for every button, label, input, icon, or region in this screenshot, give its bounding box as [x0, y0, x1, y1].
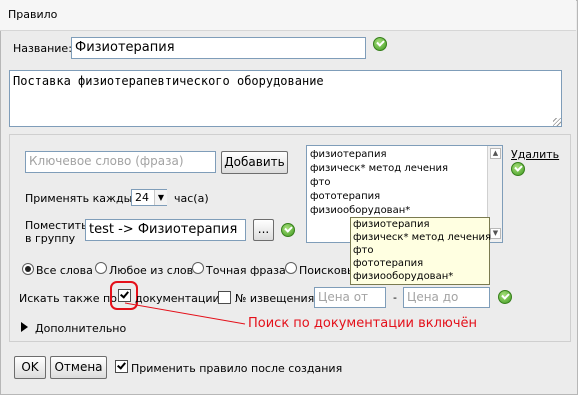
dialog-titlebar [0, 0, 576, 31]
tooltip-item: фототерапия [353, 258, 424, 269]
price-to-placeholder: Цена до [407, 290, 459, 304]
name-label: Название: [13, 42, 72, 55]
apply-rule-checkbox[interactable] [115, 360, 128, 373]
keyword-item[interactable]: физиооборудован* [310, 205, 410, 216]
radio-any-words[interactable] [95, 262, 107, 274]
radio-all-words[interactable] [22, 263, 34, 275]
expand-triangle-icon[interactable] [21, 322, 28, 332]
price-dash: - [393, 291, 397, 304]
exact-phrase-label: Точная фраза [206, 264, 286, 277]
annotation-text: Поиск по документации включён [248, 316, 478, 331]
search-mode-label: Поисковы [299, 264, 350, 277]
keyword-item[interactable]: фто [310, 177, 331, 188]
tooltip-item: фто [353, 245, 374, 256]
group-valid-icon [281, 223, 295, 237]
dialog-title: Правило [8, 8, 58, 21]
interval-select[interactable]: 24 ▼ [131, 189, 167, 206]
description-textarea[interactable]: Поставка физиотерапевтического оборудова… [9, 70, 562, 127]
all-words-label: Все слова [36, 264, 93, 277]
ok-button[interactable]: OK [14, 356, 46, 379]
description-value: Поставка физиотерапевтического оборудова… [13, 74, 324, 88]
name-valid-icon [373, 37, 387, 51]
keyword-item[interactable]: физиотерапия [310, 149, 387, 160]
price-from-placeholder: Цена от [318, 290, 369, 304]
group-label-line2: в группу [25, 232, 76, 245]
add-keyword-button[interactable]: Добавить [221, 151, 288, 174]
group-input[interactable]: test -> Физиотерапия [85, 219, 246, 241]
scroll-up-icon[interactable]: ▲ [490, 148, 501, 159]
tooltip-item: физиотерапия [353, 219, 430, 230]
tooltip-item: физиооборудован* [353, 271, 454, 282]
tooltip-item: физическ* метод лечения [353, 232, 492, 243]
group-value: test -> Физиотерапия [89, 222, 238, 237]
price-valid-icon [498, 290, 512, 304]
name-input[interactable]: Физиотерапия [71, 37, 366, 59]
resize-grip-icon[interactable] [553, 118, 561, 126]
keyword-input[interactable]: Ключевое слово (фраза) [25, 151, 216, 173]
price-to-input[interactable]: Цена до [403, 287, 490, 308]
cancel-button[interactable]: Отмена [50, 356, 107, 379]
group-label-line1: Поместить [25, 219, 88, 232]
price-from-input[interactable]: Цена от [314, 287, 386, 308]
annotation-line [124, 302, 246, 325]
apply-rule-label: Применить правило после создания [131, 362, 343, 375]
name-value: Физиотерапия [75, 40, 175, 55]
apply-every-label: Применять каждые [25, 192, 140, 205]
advanced-label[interactable]: Дополнительно [35, 322, 126, 335]
keyword-placeholder: Ключевое слово (фраза) [29, 154, 184, 168]
scroll-down-icon[interactable]: ▼ [490, 228, 501, 239]
radio-search[interactable] [285, 262, 297, 274]
keyword-item[interactable]: физическ* метод лечения [310, 163, 448, 174]
keyword-item[interactable]: фототерапия [310, 191, 380, 202]
chevron-down-icon[interactable]: ▼ [154, 190, 167, 205]
delete-keyword-link[interactable]: Удалить [511, 148, 559, 161]
interval-value: 24 [135, 191, 149, 204]
search-also-label: Искать также по: [19, 292, 121, 305]
keywords-valid-icon [511, 162, 525, 176]
browse-group-button[interactable]: ... [253, 219, 274, 241]
any-words-label: Любое из слов [109, 264, 194, 277]
interval-unit: час(а) [174, 192, 209, 205]
keywords-tooltip: физиотерапия физическ* метод лечения фто… [350, 217, 492, 285]
radio-exact-phrase[interactable] [192, 262, 204, 274]
